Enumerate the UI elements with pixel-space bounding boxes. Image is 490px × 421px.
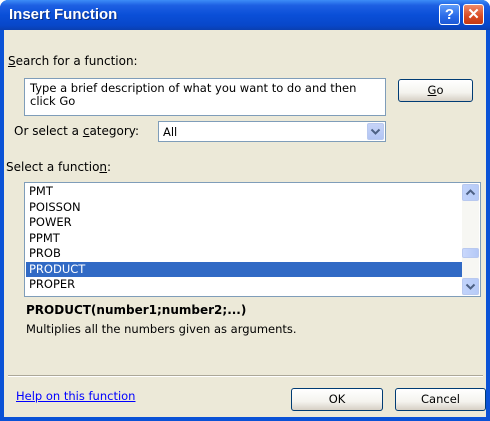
- function-signature: PRODUCT(number1;number2;...): [26, 303, 247, 317]
- ok-button[interactable]: OK: [291, 388, 383, 411]
- cancel-button[interactable]: Cancel: [395, 388, 486, 411]
- footer-divider: [8, 375, 483, 377]
- function-list-item[interactable]: POISSON: [26, 200, 466, 216]
- scroll-down-button[interactable]: [462, 278, 479, 295]
- search-label: Search for a function:: [8, 54, 138, 68]
- function-list[interactable]: PMT POISSON POWER PPMT PROB PRODUCT PROPER: [24, 182, 481, 297]
- window-bottom-border: [0, 417, 490, 421]
- function-list-item[interactable]: POWER: [26, 215, 466, 231]
- function-list-item[interactable]: PRODUCT: [26, 261, 466, 277]
- close-icon: ✕: [467, 6, 480, 23]
- search-input[interactable]: Type a brief description of what you wan…: [24, 78, 386, 116]
- insert-function-dialog: Insert Function ? ✕ Search for a functio…: [0, 0, 490, 421]
- chevron-down-icon: [370, 128, 381, 135]
- function-list-item[interactable]: PROB: [26, 246, 466, 262]
- category-selected-value: All: [163, 125, 178, 139]
- function-list-item[interactable]: PPMT: [26, 231, 466, 247]
- function-list-item[interactable]: PMT: [26, 184, 466, 200]
- scroll-down-arrow-icon: [465, 283, 476, 290]
- dialog-title: Insert Function: [9, 6, 118, 23]
- scroll-thumb[interactable]: [462, 248, 479, 258]
- function-description: Multiplies all the numbers given as argu…: [26, 322, 297, 336]
- question-mark-icon: ?: [444, 6, 455, 23]
- category-select[interactable]: All: [158, 121, 386, 142]
- help-button[interactable]: ?: [439, 4, 460, 25]
- close-button[interactable]: ✕: [463, 4, 484, 25]
- functions-label: Select a function:: [6, 160, 112, 174]
- title-bar[interactable]: Insert Function ? ✕: [0, 0, 490, 30]
- function-list-items: PMT POISSON POWER PPMT PROB PRODUCT PROPER: [26, 184, 466, 293]
- function-list-item[interactable]: PROPER: [26, 277, 466, 293]
- function-list-scrollbar[interactable]: [462, 184, 479, 295]
- category-label: Or select a category:: [14, 124, 140, 138]
- category-dropdown-button[interactable]: [367, 123, 384, 140]
- scroll-up-arrow-icon: [465, 189, 476, 196]
- help-on-function-link[interactable]: Help on this function: [16, 389, 135, 403]
- go-button[interactable]: Go: [398, 79, 473, 102]
- scroll-up-button[interactable]: [462, 184, 479, 201]
